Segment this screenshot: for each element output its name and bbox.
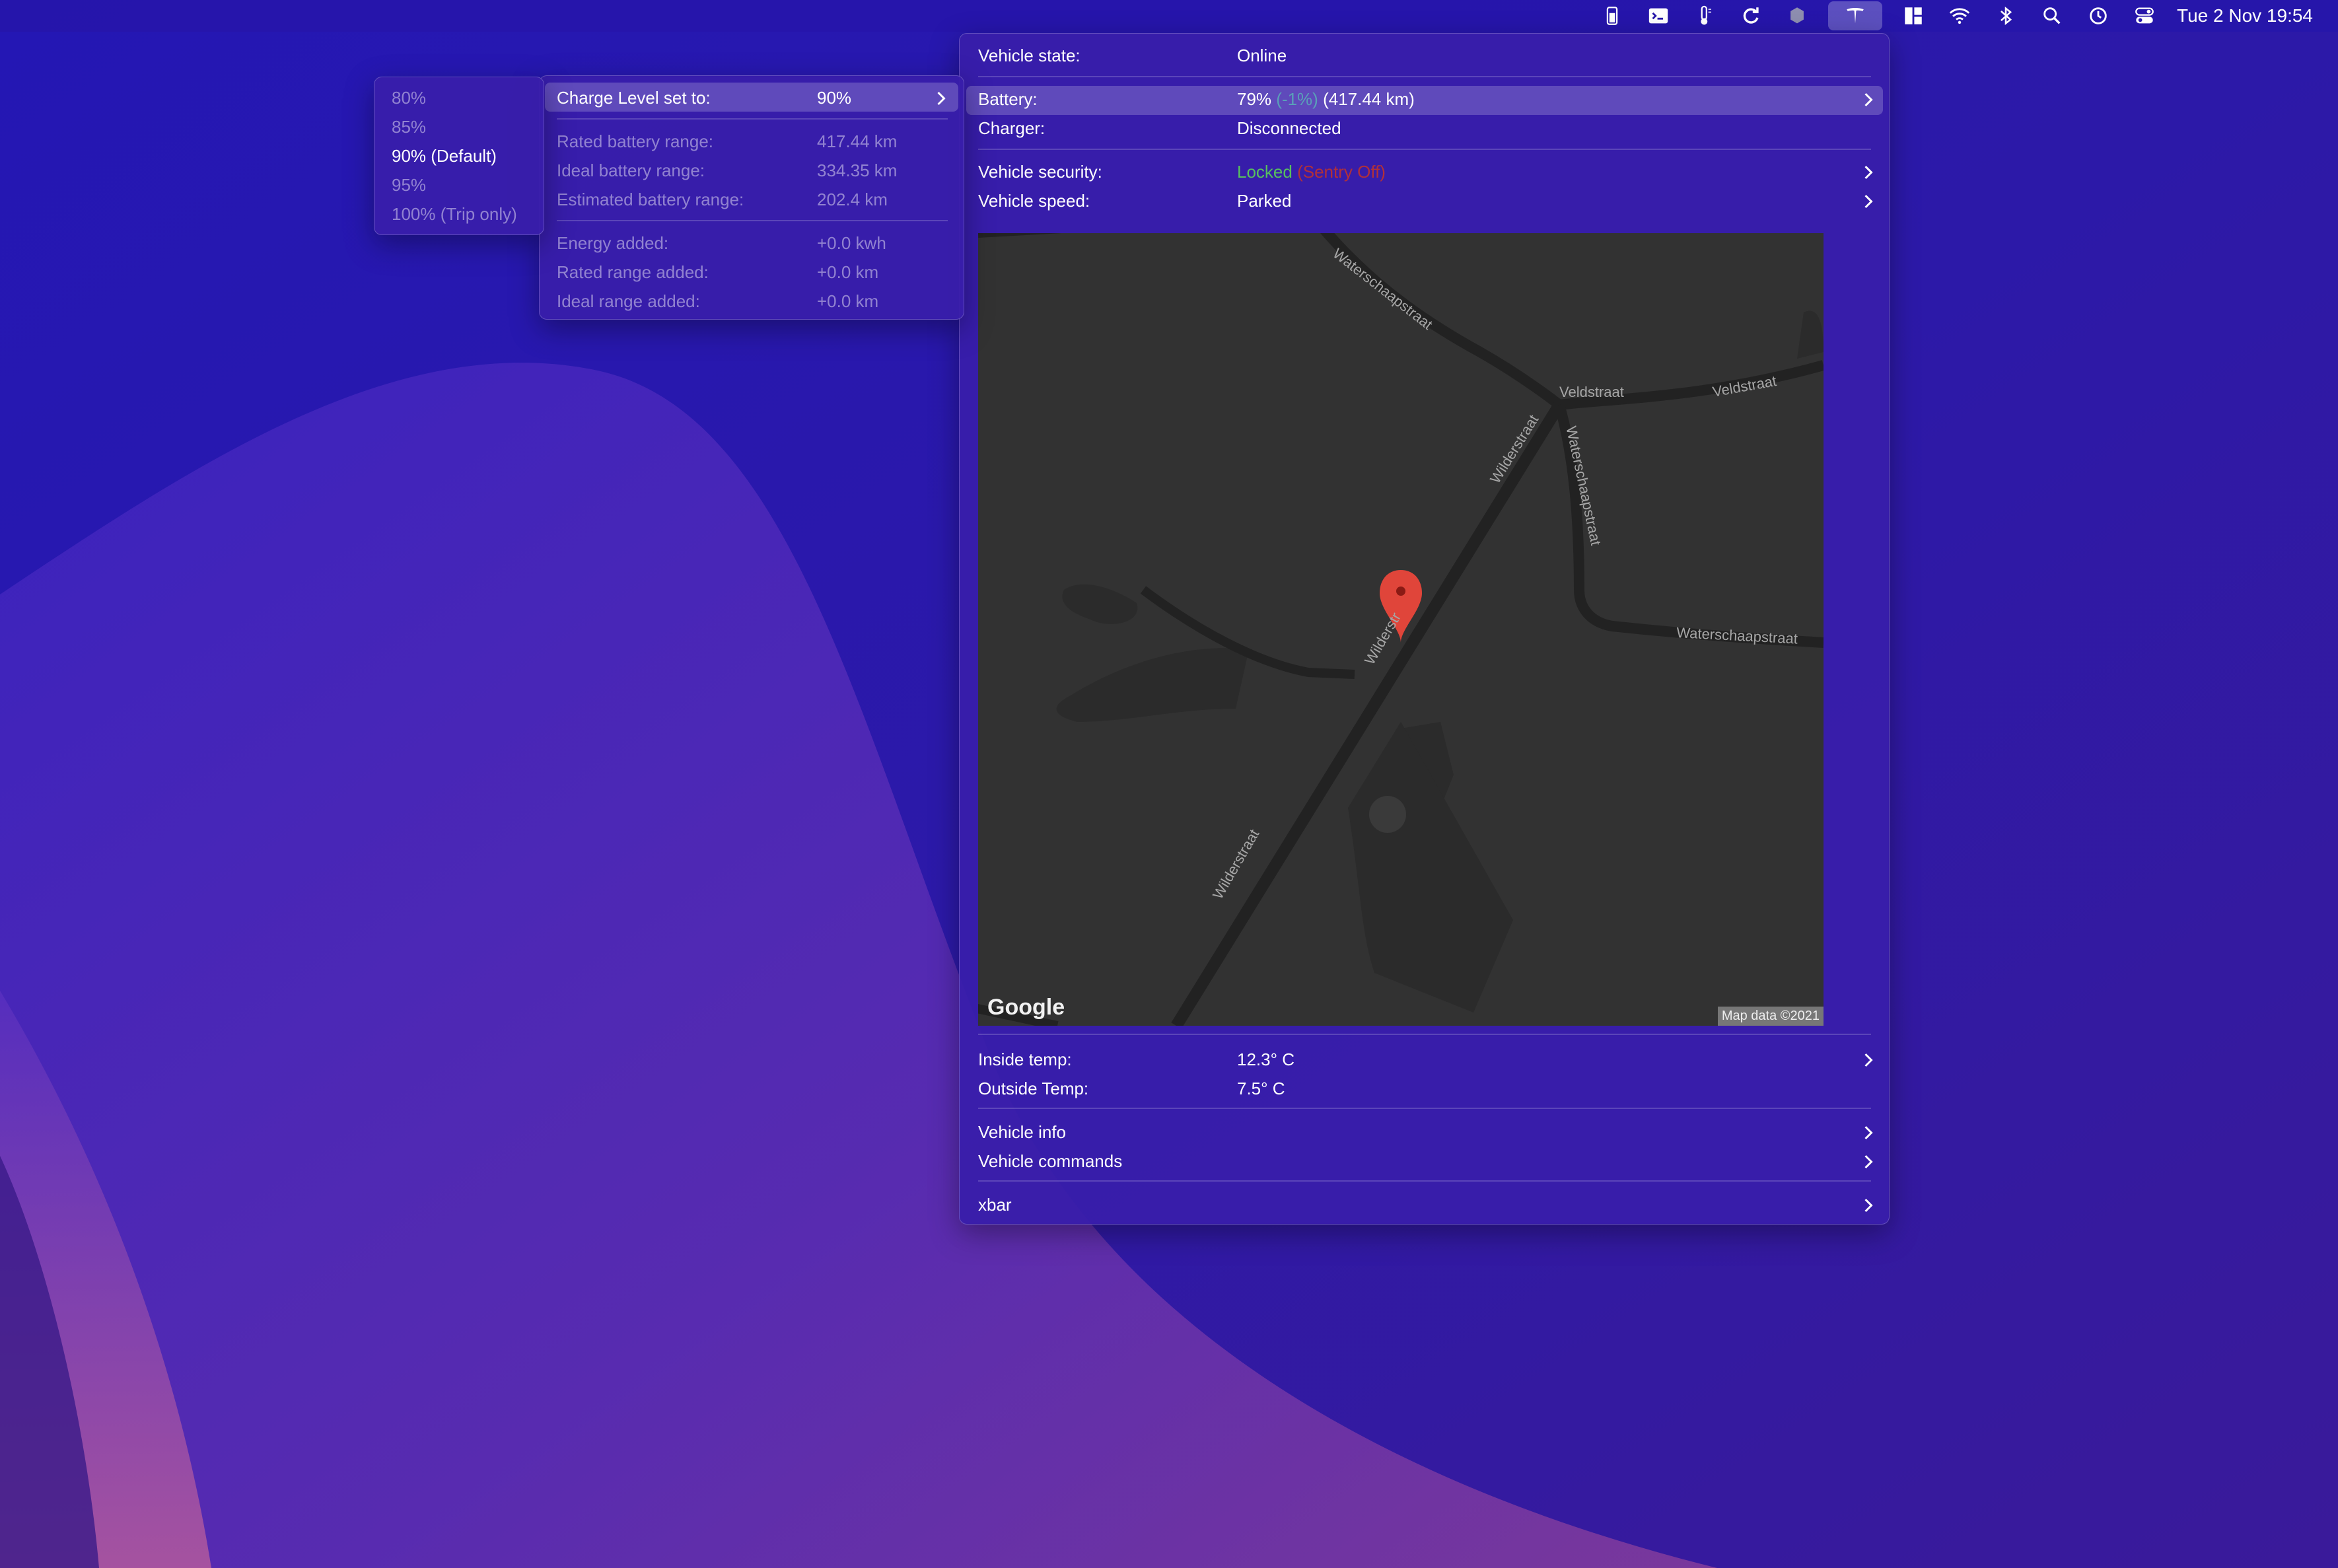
terminal-icon[interactable] (1643, 1, 1674, 30)
rated-added-label: Rated range added: (557, 262, 709, 282)
battery-change: (-1%) (1276, 89, 1318, 109)
chevron-right-icon (1864, 165, 1873, 180)
map-attribution: Map data ©2021 (1717, 1007, 1824, 1026)
vehicle-location-map[interactable]: Waterschaapstraat Veldstraat Veldstraat … (978, 233, 1824, 1026)
chevron-right-icon (1864, 1155, 1873, 1169)
vehicle-info-item[interactable]: Vehicle info (978, 1122, 1066, 1143)
outside-temp-value: 7.5° C (1237, 1079, 1285, 1098)
energy-added-label: Energy added: (557, 233, 669, 253)
battery-value[interactable]: 79% (-1%) (417.44 km) (1237, 89, 1415, 110)
charge-option-95[interactable]: 95% (392, 175, 426, 196)
vehicle-state-value: Online (1237, 46, 1287, 65)
battery-submenu: Charge Level set to: 90% Rated battery r… (539, 75, 964, 320)
control-center-icon[interactable] (2129, 1, 2160, 30)
hexagon-icon[interactable] (1782, 1, 1812, 30)
battery-row-highlight[interactable] (966, 86, 1883, 115)
speed-value[interactable]: Parked (1237, 191, 1291, 211)
refresh-icon[interactable] (1736, 1, 1766, 30)
thermometer-icon[interactable] (1689, 1, 1720, 30)
tesla-icon[interactable] (1828, 1, 1883, 30)
chevron-right-icon (1864, 1125, 1873, 1140)
estimated-range-value: 202.4 km (817, 190, 888, 209)
charge-option-85[interactable]: 85% (392, 117, 426, 137)
road-label: Veldstraat (1559, 384, 1624, 400)
charger-label: Charger: (978, 118, 1045, 138)
separator (978, 1034, 1871, 1035)
separator (557, 220, 948, 221)
charger-value: Disconnected (1237, 118, 1341, 138)
rated-range-value: 417.44 km (817, 131, 898, 151)
ideal-range-label: Ideal battery range: (557, 160, 705, 180)
estimated-range-label: Estimated battery range: (557, 190, 744, 209)
energy-added-value: +0.0 kwh (817, 233, 886, 253)
rated-range-label: Rated battery range: (557, 131, 714, 151)
security-locked: Locked (1237, 162, 1293, 182)
battery-widget-icon[interactable] (1597, 1, 1627, 30)
charge-level-label[interactable]: Charge Level set to: (557, 88, 711, 108)
wifi-icon[interactable] (1944, 1, 1975, 30)
speed-label[interactable]: Vehicle speed: (978, 191, 1090, 211)
time-machine-icon[interactable] (2083, 1, 2113, 30)
inside-temp-label[interactable]: Inside temp: (978, 1050, 1072, 1070)
security-value[interactable]: Locked (Sentry Off) (1237, 162, 1386, 182)
charge-option-100-trip[interactable]: 100% (Trip only) (392, 204, 517, 225)
chevron-right-icon (937, 91, 946, 106)
rated-added-value: +0.0 km (817, 262, 879, 282)
chevron-right-icon (1864, 92, 1873, 107)
search-icon[interactable] (2037, 1, 2067, 30)
separator (978, 1108, 1871, 1109)
battery-label[interactable]: Battery: (978, 89, 1038, 110)
battery-percent: 79% (1237, 89, 1272, 109)
bluetooth-icon[interactable] (1991, 1, 2021, 30)
chevron-right-icon (1864, 194, 1873, 209)
separator (978, 1180, 1871, 1182)
layout-icon[interactable] (1898, 1, 1929, 30)
inside-temp-value[interactable]: 12.3° C (1237, 1050, 1294, 1070)
charge-level-value[interactable]: 90% (817, 88, 851, 108)
tesla-status-menu: Vehicle state: Online Battery: 79% (-1%)… (959, 33, 1890, 1225)
chevron-right-icon (1864, 1053, 1873, 1067)
charge-level-submenu: 80% 85% 90% (Default) 95% 100% (Trip onl… (374, 77, 544, 235)
menubar-clock[interactable]: Tue 2 Nov 19:54 (2177, 5, 2313, 26)
menu-bar: Tue 2 Nov 19:54 (0, 0, 2338, 32)
chevron-right-icon (1864, 1198, 1873, 1213)
security-label[interactable]: Vehicle security: (978, 162, 1102, 182)
battery-range: (417.44 km) (1323, 89, 1415, 109)
separator (557, 118, 948, 120)
charge-option-80[interactable]: 80% (392, 88, 426, 108)
xbar-item[interactable]: xbar (978, 1195, 1012, 1215)
charge-option-90-default[interactable]: 90% (Default) (392, 146, 497, 166)
ideal-range-value: 334.35 km (817, 160, 898, 180)
ideal-added-value: +0.0 km (817, 291, 879, 311)
security-sentry: (Sentry Off) (1297, 162, 1386, 182)
vehicle-state-label: Vehicle state: (978, 46, 1080, 65)
google-logo: Google (987, 995, 1065, 1020)
ideal-added-label: Ideal range added: (557, 291, 700, 311)
separator (978, 76, 1871, 77)
outside-temp-label: Outside Temp: (978, 1079, 1089, 1098)
separator (978, 149, 1871, 150)
vehicle-commands-item[interactable]: Vehicle commands (978, 1151, 1122, 1172)
